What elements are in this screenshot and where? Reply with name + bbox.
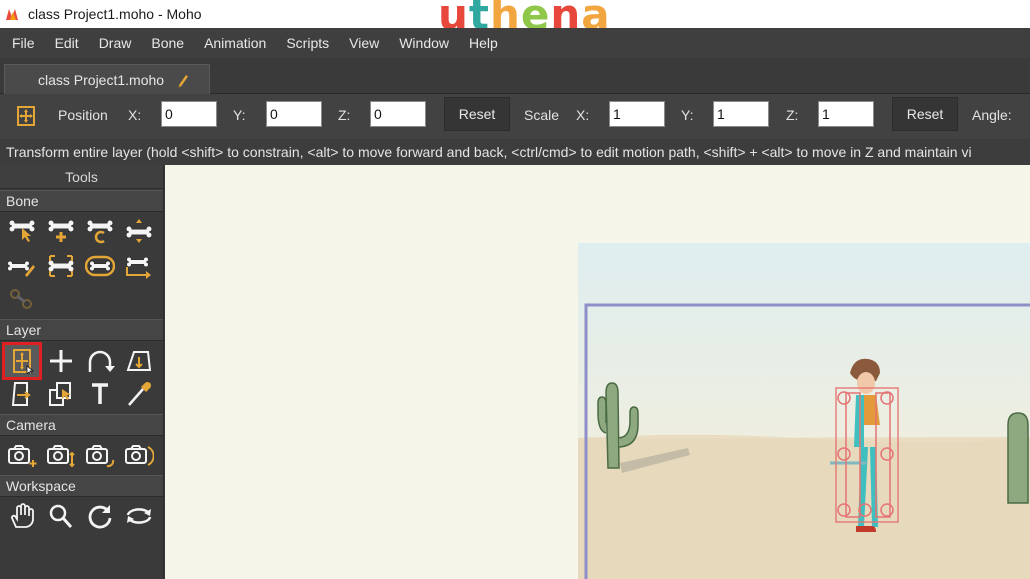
moho-app-icon bbox=[6, 9, 18, 20]
flip-layer-icon bbox=[11, 382, 31, 406]
position-y-field[interactable]: 0 bbox=[266, 101, 322, 127]
menu-window[interactable]: Window bbox=[389, 28, 459, 58]
switch-layer-tool[interactable] bbox=[43, 378, 79, 410]
rotate-workspace-tool[interactable] bbox=[82, 500, 118, 532]
bone-section-header[interactable]: Bone bbox=[0, 190, 163, 212]
position-x-label: X: bbox=[128, 107, 142, 123]
reparent-bone-icon bbox=[86, 219, 114, 244]
bone-pencil-icon bbox=[7, 260, 35, 277]
bone-cluster-icon bbox=[10, 289, 32, 309]
text-t-icon bbox=[92, 383, 108, 404]
scale-y-label: Y: bbox=[681, 107, 694, 123]
pan-tilt-camera-tool[interactable] bbox=[121, 439, 157, 471]
switch-layer-icon bbox=[49, 382, 71, 406]
menu-draw[interactable]: Draw bbox=[89, 28, 142, 58]
menu-animation[interactable]: Animation bbox=[194, 28, 276, 58]
select-bone-icon bbox=[8, 219, 36, 242]
bind-layer-icon bbox=[47, 255, 75, 277]
add-bone-tool[interactable] bbox=[43, 215, 79, 247]
eyedropper-tool[interactable] bbox=[121, 378, 157, 410]
track-camera-tool[interactable] bbox=[4, 439, 40, 471]
bone-constraints-tool[interactable] bbox=[4, 283, 40, 315]
position-z-field[interactable]: 0 bbox=[370, 101, 426, 127]
zoom-camera-tool[interactable] bbox=[43, 439, 79, 471]
position-label: Position bbox=[58, 107, 108, 123]
bind-points-icon bbox=[85, 255, 115, 277]
bone-strength-icon bbox=[125, 219, 153, 243]
position-y-label: Y: bbox=[233, 107, 246, 123]
eyedropper-icon bbox=[128, 381, 152, 406]
flip-layer-tool[interactable] bbox=[4, 378, 40, 410]
position-z-label: Z: bbox=[338, 107, 351, 123]
camera-zoom-icon bbox=[47, 445, 75, 468]
scene-artwork bbox=[578, 243, 1030, 579]
tool-hint-text: Transform entire layer (hold <shift> to … bbox=[0, 139, 1030, 165]
text-tool[interactable] bbox=[82, 378, 118, 410]
hand-icon bbox=[11, 503, 34, 528]
menu-help[interactable]: Help bbox=[459, 28, 508, 58]
tools-panel: Tools Bone Layer Camera Workspace bbox=[0, 165, 164, 579]
shear-layer-icon bbox=[126, 351, 152, 371]
camera-pan-icon bbox=[125, 445, 154, 466]
menu-bar: File Edit Draw Bone Animation Scripts Vi… bbox=[0, 28, 1030, 58]
rotate-circle-icon bbox=[88, 505, 112, 529]
camera-track-icon bbox=[8, 445, 37, 467]
rotate-layer-tool[interactable] bbox=[82, 345, 118, 377]
camera-roll-icon bbox=[86, 445, 115, 468]
scale-x-label: X: bbox=[576, 107, 590, 123]
rotate-arrow-icon bbox=[88, 350, 115, 372]
cactus-right bbox=[1007, 412, 1029, 504]
scale-reset-button[interactable]: Reset bbox=[892, 97, 958, 131]
offset-bone-icon bbox=[126, 256, 151, 279]
offset-bone-tool[interactable] bbox=[121, 250, 157, 282]
tool-options-bar: Position X: 0 Y: 0 Z: 0 Reset Scale X: 1… bbox=[0, 94, 1030, 139]
menu-edit[interactable]: Edit bbox=[45, 28, 89, 58]
document-tab[interactable]: class Project1.moho bbox=[4, 64, 210, 94]
bind-layer-tool[interactable] bbox=[43, 250, 79, 282]
zoom-workspace-tool[interactable] bbox=[43, 500, 79, 532]
modified-pencil-icon bbox=[178, 74, 189, 87]
orbit-workspace-tool[interactable] bbox=[121, 500, 157, 532]
scale-z-field[interactable]: 1 bbox=[818, 101, 874, 127]
menu-file[interactable]: File bbox=[2, 28, 45, 58]
scale-label: Scale bbox=[524, 107, 560, 123]
transform-layer-icon bbox=[13, 349, 35, 374]
menu-view[interactable]: View bbox=[339, 28, 389, 58]
bone-strength-tool[interactable] bbox=[121, 215, 157, 247]
pan-workspace-tool[interactable] bbox=[4, 500, 40, 532]
scale-x-field[interactable]: 1 bbox=[609, 101, 665, 127]
document-tab-strip: class Project1.moho bbox=[0, 58, 1030, 94]
canvas-viewport[interactable] bbox=[165, 165, 1030, 579]
add-bone-icon bbox=[47, 219, 75, 242]
angle-label: Angle: bbox=[972, 107, 1012, 123]
magnifier-icon bbox=[49, 504, 73, 528]
moho-window: class Project1.moho - Moho uthena File E… bbox=[0, 0, 1030, 579]
position-reset-button[interactable]: Reset bbox=[444, 97, 510, 131]
workspace-section-header[interactable]: Workspace bbox=[0, 475, 163, 497]
menu-scripts[interactable]: Scripts bbox=[276, 28, 339, 58]
scale-z-label: Z: bbox=[786, 107, 799, 123]
position-x-field[interactable]: 0 bbox=[161, 101, 217, 127]
document-tab-label: class Project1.moho bbox=[38, 71, 165, 88]
tools-panel-title: Tools bbox=[0, 165, 163, 189]
orbit-arrows-icon bbox=[126, 508, 152, 524]
plus-origin-icon bbox=[50, 350, 72, 372]
set-origin-tool[interactable] bbox=[43, 345, 79, 377]
transform-layer-icon bbox=[17, 106, 35, 126]
bind-points-tool[interactable] bbox=[82, 250, 118, 282]
layer-section-header[interactable]: Layer bbox=[0, 319, 163, 341]
scale-y-field[interactable]: 1 bbox=[713, 101, 769, 127]
transform-layer-tool[interactable] bbox=[2, 342, 42, 380]
shear-layer-tool[interactable] bbox=[121, 345, 157, 377]
camera-section-header[interactable]: Camera bbox=[0, 414, 163, 436]
select-bone-tool[interactable] bbox=[4, 215, 40, 247]
window-title: class Project1.moho - Moho bbox=[28, 6, 202, 22]
reparent-bone-tool[interactable] bbox=[82, 215, 118, 247]
roll-camera-tool[interactable] bbox=[82, 439, 118, 471]
menu-bone[interactable]: Bone bbox=[141, 28, 194, 58]
bone-physics-tool[interactable] bbox=[4, 250, 40, 282]
